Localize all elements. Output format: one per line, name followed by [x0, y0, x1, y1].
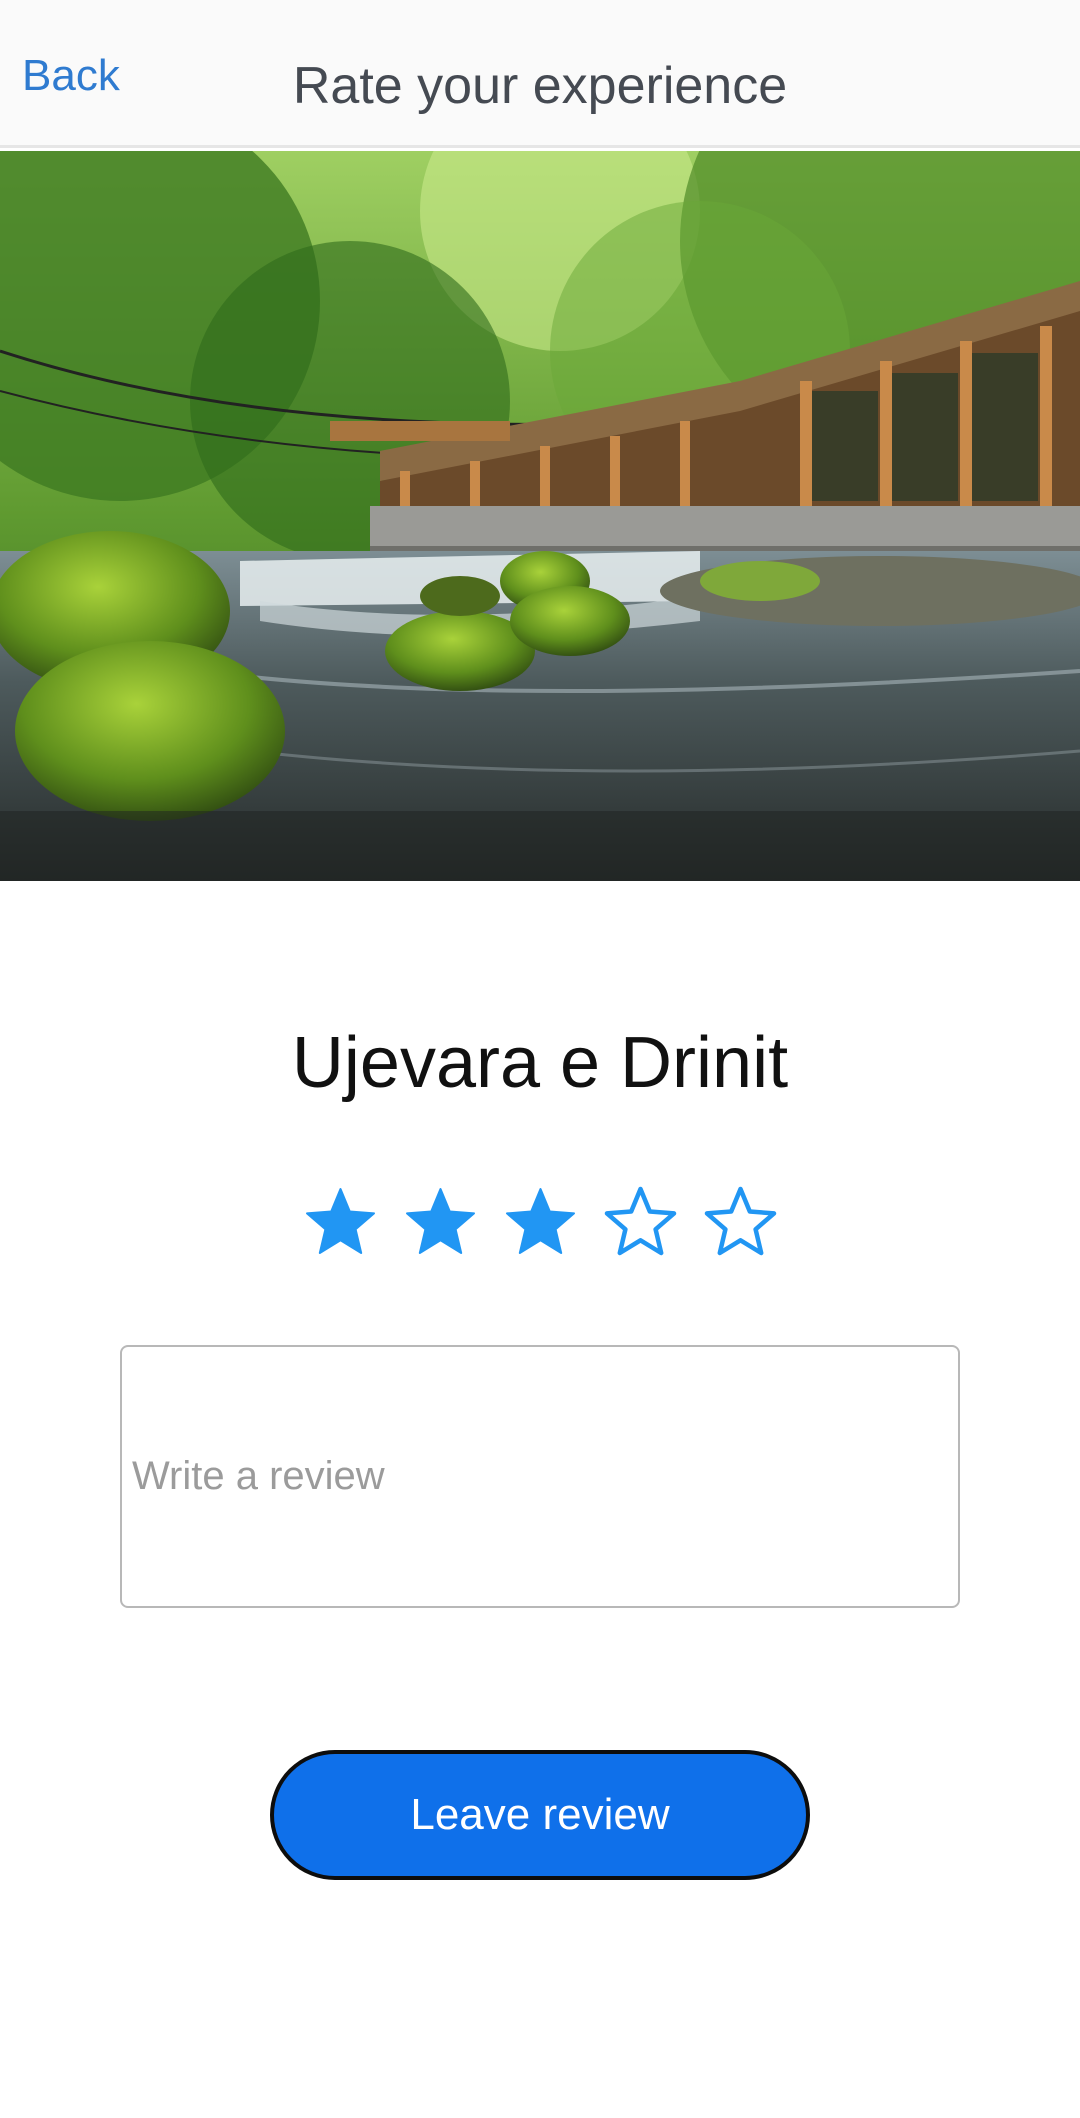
page-title: Rate your experience [292, 57, 788, 115]
header-bar: Back Rate your experience [0, 0, 1080, 148]
review-field[interactable] [120, 1345, 960, 1608]
leave-review-button[interactable]: Leave review [270, 1750, 810, 1880]
star-1-icon[interactable] [303, 1185, 378, 1260]
review-input[interactable] [132, 1451, 942, 1511]
hero-image [0, 151, 1080, 881]
star-3-icon[interactable] [503, 1185, 578, 1260]
star-5-icon[interactable] [703, 1185, 778, 1260]
place-name: Ujevara e Drinit [291, 1023, 789, 1103]
star-2-icon[interactable] [403, 1185, 478, 1260]
rate-experience-screen: Back Rate your experience Ujevara e Drin… [0, 0, 1080, 2118]
star-4-icon[interactable] [603, 1185, 678, 1260]
star-rating [0, 1185, 1080, 1265]
